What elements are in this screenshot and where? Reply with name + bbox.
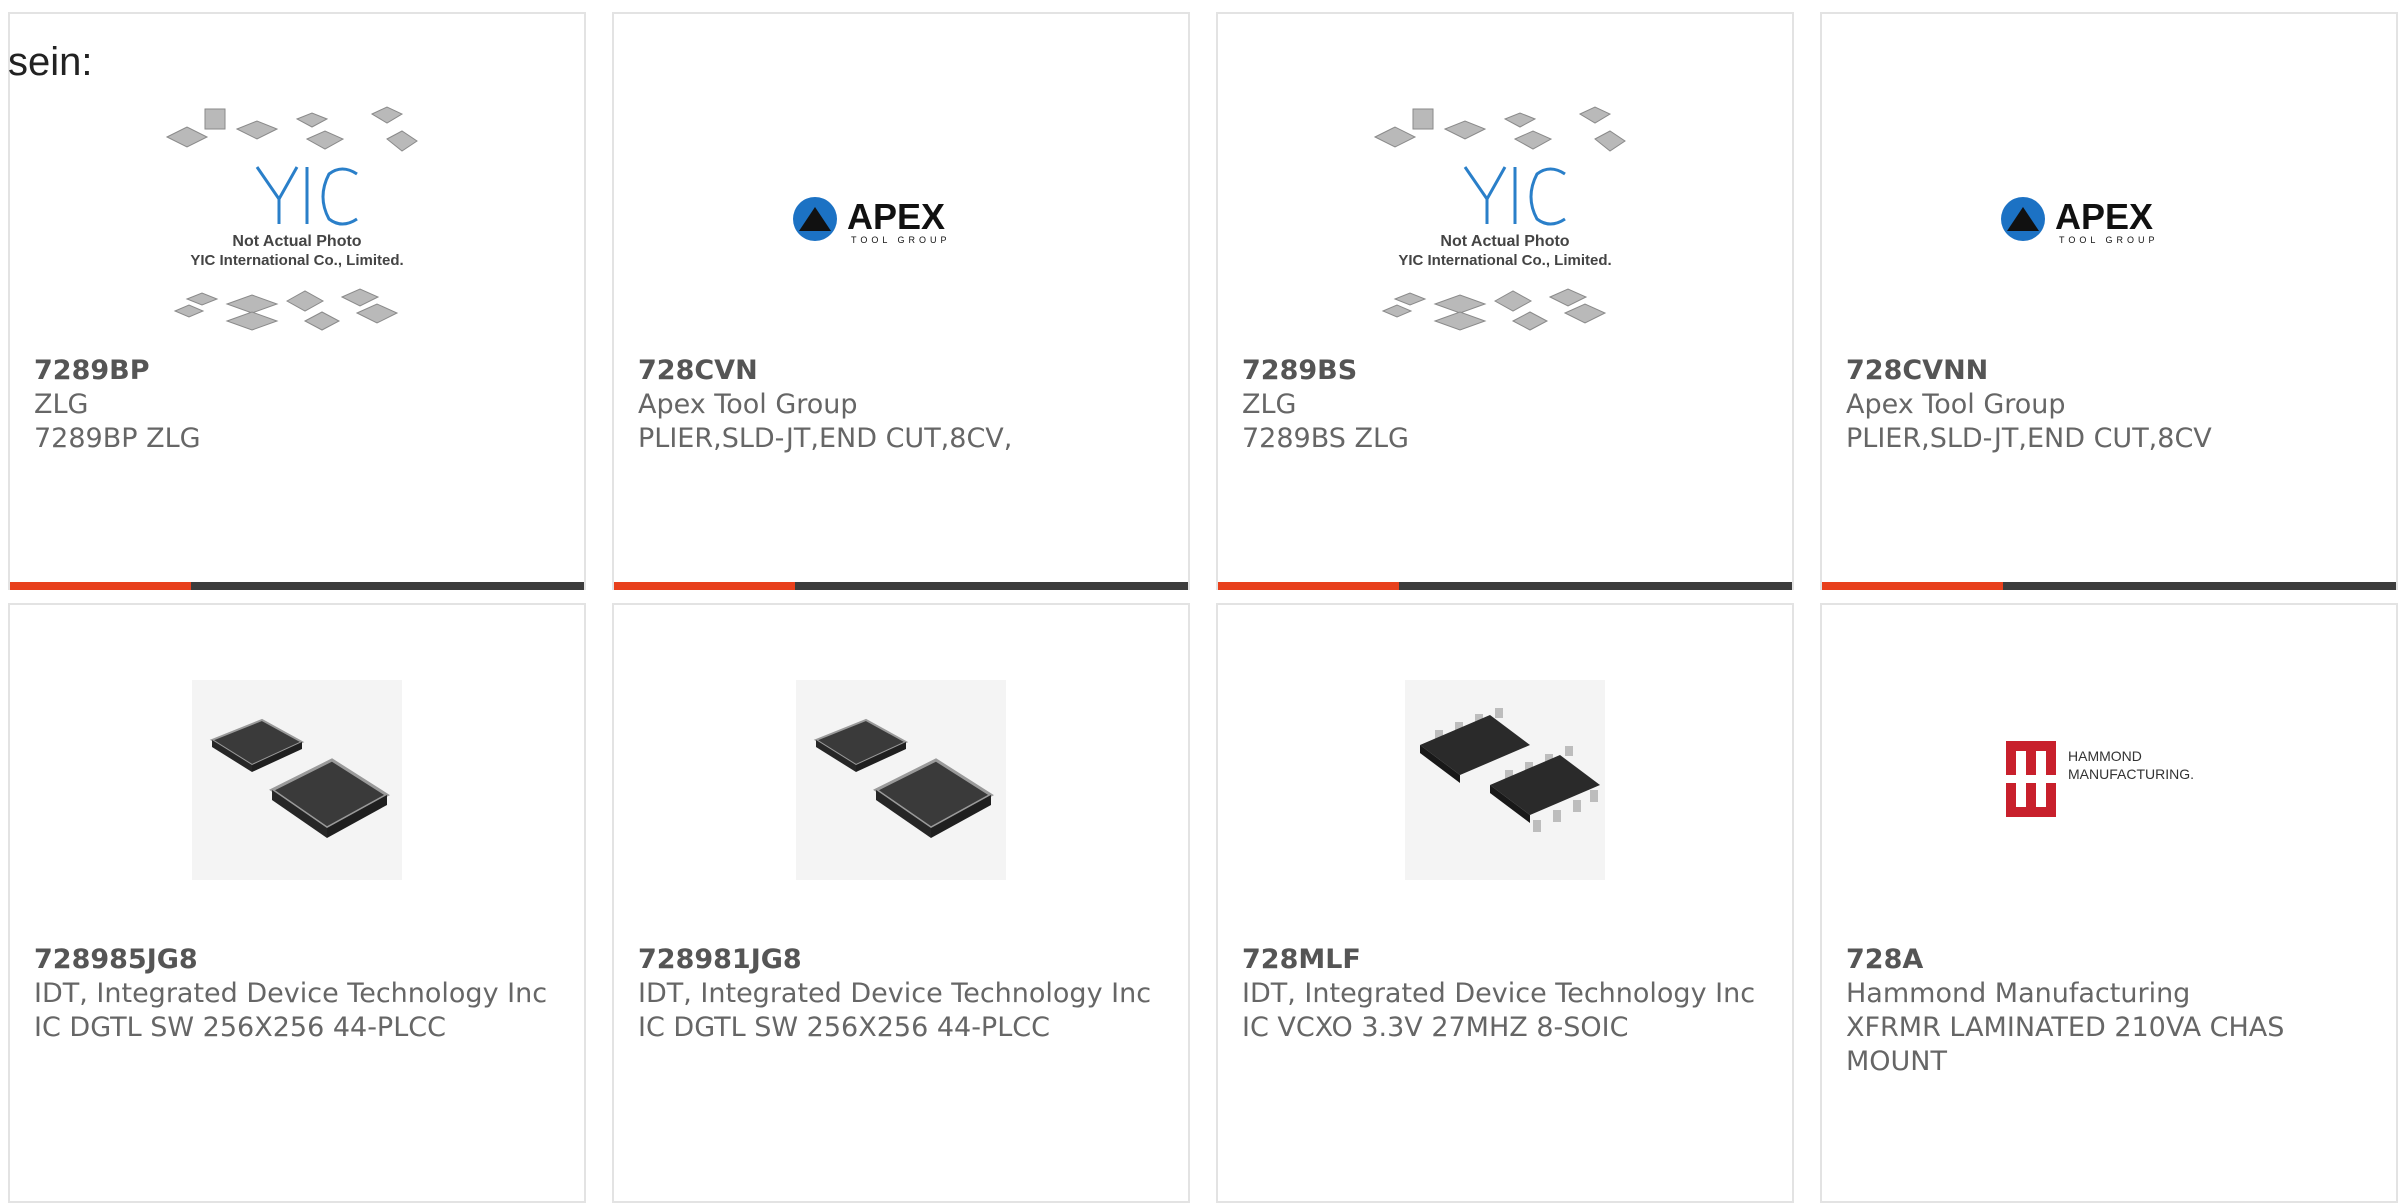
svg-text:YIC International Co., Limited: YIC International Co., Limited. bbox=[1398, 252, 1611, 269]
svg-text:TOOL GROUP: TOOL GROUP bbox=[2059, 235, 2159, 245]
hammond-manufacturing-logo: HAMMOND MANUFACTURING. bbox=[2006, 741, 2194, 817]
card-bar bbox=[1218, 582, 1792, 590]
manufacturer: Apex Tool Group bbox=[638, 389, 858, 420]
manufacturer: IDT, Integrated Device Technology Inc bbox=[1242, 978, 1756, 1009]
yic-placeholder-image: Not Actual Photo YIC International Co., … bbox=[1373, 106, 1626, 331]
manufacturer: IDT, Integrated Device Technology Inc bbox=[34, 978, 548, 1009]
product-image[interactable]: APEX TOOL GROUP bbox=[614, 104, 1188, 334]
intro-text: sein: bbox=[8, 40, 93, 84]
card-bar-accent bbox=[614, 582, 795, 590]
part-number[interactable]: 728CVNN bbox=[1846, 354, 2376, 388]
plcc-chip-image bbox=[796, 680, 1006, 880]
svg-text:APEX: APEX bbox=[2055, 196, 2153, 237]
part-number[interactable]: 728981JG8 bbox=[638, 943, 1168, 977]
manufacturer: Apex Tool Group bbox=[1846, 389, 2066, 420]
description: IC DGTL SW 256X256 44-PLCC bbox=[34, 1012, 446, 1043]
card-bar-accent bbox=[10, 582, 191, 590]
product-image[interactable]: APEX TOOL GROUP bbox=[1822, 104, 2396, 334]
description: IC VCXO 3.3V 27MHZ 8-SOIC bbox=[1242, 1012, 1629, 1043]
apex-tool-group-logo: APEX TOOL GROUP bbox=[793, 196, 951, 245]
product-card[interactable]: 728MLF IDT, Integrated Device Technology… bbox=[1216, 603, 1794, 1203]
part-number[interactable]: 7289BS bbox=[1242, 354, 1772, 388]
product-card[interactable]: HAMMOND MANUFACTURING. 728A Hammond Manu… bbox=[1820, 603, 2398, 1203]
product-image[interactable] bbox=[614, 665, 1188, 895]
product-image[interactable]: HAMMOND MANUFACTURING. bbox=[1822, 665, 2396, 895]
product-card[interactable]: Not Actual Photo YIC International Co., … bbox=[1216, 12, 1794, 590]
yic-placeholder-image: Not Actual Photo YIC International Co., … bbox=[165, 106, 418, 331]
product-image[interactable]: Not Actual Photo YIC International Co., … bbox=[10, 104, 584, 334]
product-card[interactable]: Not Actual Photo YIC International Co., … bbox=[8, 12, 586, 590]
plcc-chip-image bbox=[192, 680, 402, 880]
product-card[interactable]: 728981JG8 IDT, Integrated Device Technol… bbox=[612, 603, 1190, 1203]
part-number[interactable]: 728985JG8 bbox=[34, 943, 564, 977]
product-card[interactable]: APEX TOOL GROUP 728CVN Apex Tool Group P… bbox=[612, 12, 1190, 590]
part-number[interactable]: 728A bbox=[1846, 943, 2376, 977]
product-image[interactable]: Not Actual Photo YIC International Co., … bbox=[1218, 104, 1792, 334]
svg-text:Not Actual Photo: Not Actual Photo bbox=[232, 233, 361, 250]
part-number[interactable]: 7289BP bbox=[34, 354, 564, 388]
manufacturer: ZLG bbox=[1242, 389, 1297, 420]
description: PLIER,SLD-JT,END CUT,8CV bbox=[1846, 423, 2212, 454]
product-card[interactable]: APEX TOOL GROUP 728CVNN Apex Tool Group … bbox=[1820, 12, 2398, 590]
part-number[interactable]: 728MLF bbox=[1242, 943, 1772, 977]
part-number[interactable]: 728CVN bbox=[638, 354, 1168, 388]
svg-text:YIC International Co., Limited: YIC International Co., Limited. bbox=[190, 252, 403, 269]
apex-tool-group-logo: APEX TOOL GROUP bbox=[2001, 196, 2159, 245]
product-card[interactable]: 728985JG8 IDT, Integrated Device Technol… bbox=[8, 603, 586, 1203]
soic-chip-image bbox=[1405, 680, 1605, 880]
card-bar bbox=[10, 582, 584, 590]
manufacturer: ZLG bbox=[34, 389, 89, 420]
svg-text:HAMMOND: HAMMOND bbox=[2068, 748, 2142, 764]
card-bar bbox=[1822, 582, 2396, 590]
manufacturer: Hammond Manufacturing bbox=[1846, 978, 2191, 1009]
description: 7289BP ZLG bbox=[34, 423, 201, 454]
product-image[interactable] bbox=[10, 665, 584, 895]
description: IC DGTL SW 256X256 44-PLCC bbox=[638, 1012, 1050, 1043]
card-bar-accent bbox=[1218, 582, 1399, 590]
description: XFRMR LAMINATED 210VA CHAS MOUNT bbox=[1846, 1012, 2285, 1077]
card-bar bbox=[614, 582, 1188, 590]
svg-text:TOOL GROUP: TOOL GROUP bbox=[851, 235, 951, 245]
description: PLIER,SLD-JT,END CUT,8CV, bbox=[638, 423, 1013, 454]
svg-text:MANUFACTURING.: MANUFACTURING. bbox=[2068, 766, 2194, 782]
svg-text:Not Actual Photo: Not Actual Photo bbox=[1440, 233, 1569, 250]
manufacturer: IDT, Integrated Device Technology Inc bbox=[638, 978, 1152, 1009]
card-bar-accent bbox=[1822, 582, 2003, 590]
description: 7289BS ZLG bbox=[1242, 423, 1409, 454]
svg-text:APEX: APEX bbox=[847, 196, 945, 237]
product-image[interactable] bbox=[1218, 665, 1792, 895]
